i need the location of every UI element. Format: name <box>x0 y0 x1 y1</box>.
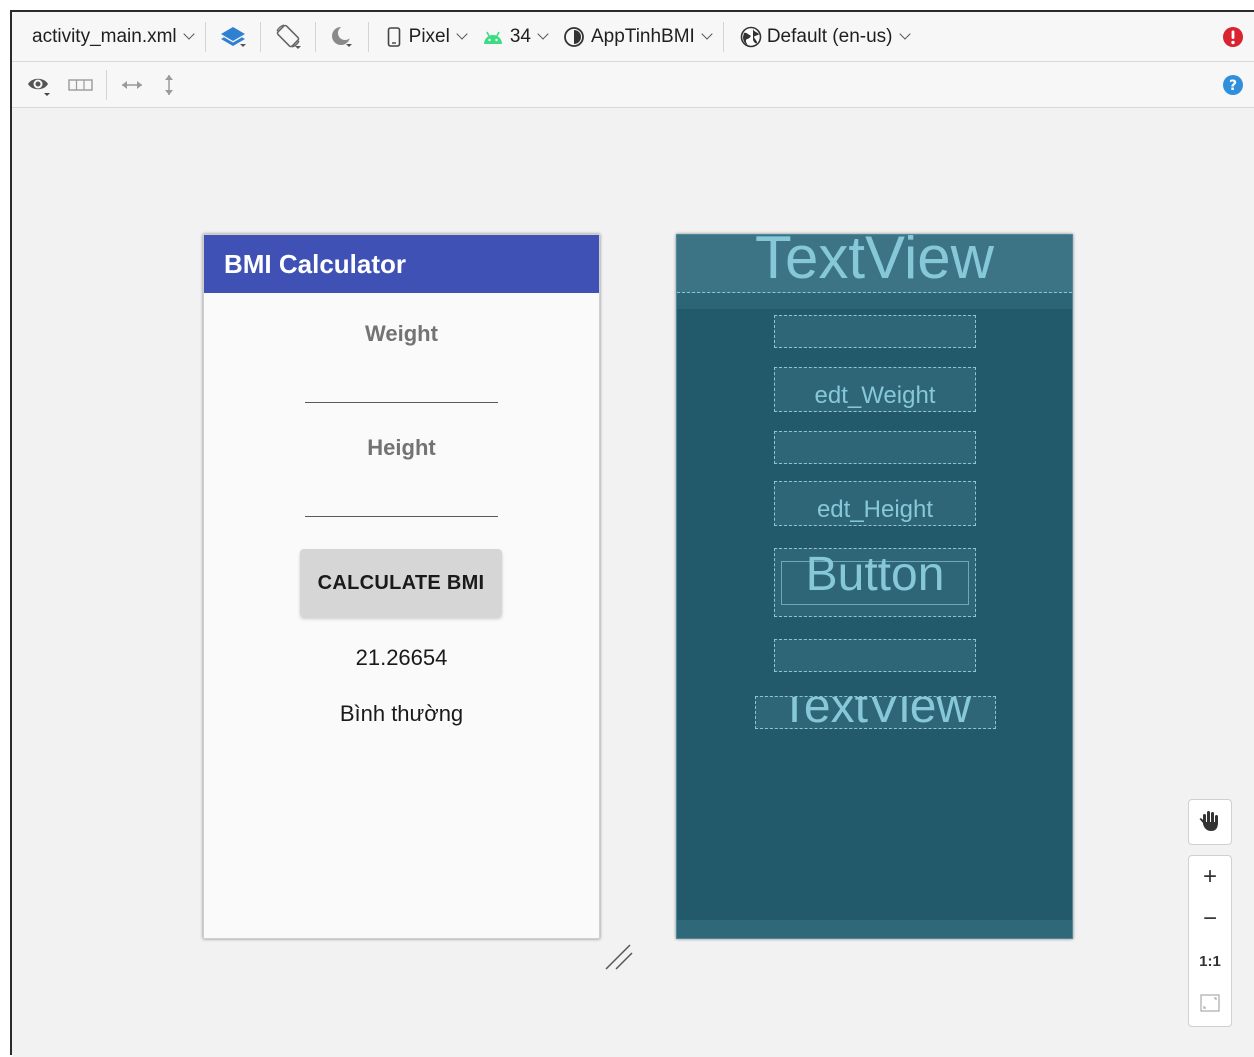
horizontal-resize-icon <box>122 80 142 89</box>
api-level: 34 <box>509 25 531 47</box>
chevron-down-icon <box>182 27 195 40</box>
globe-icon <box>740 26 762 47</box>
night-mode-button[interactable] <box>320 12 364 61</box>
blueprint-weight-label[interactable] <box>774 315 976 348</box>
blueprint-nav-strip <box>677 920 1072 938</box>
blueprint-preview[interactable]: TextView edt_Weight edt_Height Button Te… <box>676 234 1073 939</box>
blueprint-weight-input[interactable]: edt_Weight <box>774 367 976 412</box>
blueprint-result-textview: TextView <box>779 696 972 729</box>
night-mode-icon <box>331 25 352 47</box>
blueprint-status-strip <box>677 293 1072 309</box>
chevron-down-icon <box>701 27 713 40</box>
blueprint-button[interactable]: Button <box>774 548 976 617</box>
help-icon: ? <box>1223 74 1243 95</box>
blueprint-weight-id: edt_Weight <box>814 382 936 409</box>
vertical-resize-icon <box>165 74 173 95</box>
api-level-selector[interactable]: 34 <box>474 12 555 61</box>
blueprint-height-input[interactable]: edt_Height <box>774 481 976 526</box>
vertical-resize-button[interactable] <box>153 62 185 107</box>
design-preview[interactable]: BMI Calculator Weight Height CALCULATE B… <box>203 234 600 939</box>
locale-selector[interactable]: Default (en-us) <box>728 12 917 61</box>
app-title: BMI Calculator <box>224 248 407 279</box>
zoom-controls: + − 1:1 <box>1188 855 1232 1027</box>
orientation-button[interactable] <box>265 12 311 61</box>
layers-icon <box>220 26 246 47</box>
layout-grid-button[interactable] <box>60 62 102 107</box>
theme-name: AppTinhBMI <box>590 25 695 47</box>
toolbar-divider <box>722 21 724 52</box>
device-selector[interactable]: Pixel <box>373 12 474 61</box>
device-name: Pixel <box>408 25 450 47</box>
height-input[interactable] <box>305 516 498 517</box>
eye-icon <box>28 78 50 96</box>
zoom-to-fit-button[interactable] <box>1189 982 1231 1024</box>
blueprint-app-bar: TextView <box>677 235 1072 293</box>
bmi-status[interactable]: Bình thường <box>204 701 599 727</box>
blueprint-title-textview[interactable]: TextView <box>677 235 1072 292</box>
blueprint-button-label: Button <box>805 548 945 601</box>
pan-control <box>1188 799 1232 845</box>
design-canvas[interactable]: BMI Calculator Weight Height CALCULATE B… <box>12 109 1254 1057</box>
bmi-value[interactable]: 21.26654 <box>204 645 599 671</box>
blueprint-bmi-value[interactable] <box>774 639 976 672</box>
horizontal-resize-button[interactable] <box>111 62 153 107</box>
error-indicator[interactable] <box>1214 12 1254 61</box>
blueprint-height-id: edt_Height <box>816 496 934 523</box>
pan-button[interactable] <box>1189 800 1231 842</box>
zoom-to-fit-icon <box>1200 994 1220 1012</box>
locale-name: Default (en-us) <box>766 25 893 47</box>
view-options-toolbar: ? <box>12 62 1254 108</box>
zoom-out-button[interactable]: − <box>1189 898 1231 940</box>
layout-editor: activity_main.xml Pixel 34 AppTinhBMI De… <box>10 10 1254 1057</box>
chevron-down-icon <box>898 27 911 40</box>
chevron-down-icon <box>456 27 468 40</box>
hand-icon <box>1199 811 1218 831</box>
layout-grid-icon <box>68 78 93 91</box>
file-selector[interactable]: activity_main.xml <box>12 12 201 61</box>
toolbar-divider <box>106 69 107 100</box>
calculate-bmi-button[interactable]: CALCULATE BMI <box>300 549 502 617</box>
chevron-down-icon <box>537 27 549 40</box>
toolbar-divider <box>314 21 316 52</box>
view-options-button[interactable] <box>12 62 60 107</box>
height-label[interactable]: Height <box>204 435 599 461</box>
file-name: activity_main.xml <box>32 25 177 47</box>
resize-handle-icon[interactable] <box>604 941 634 971</box>
error-icon <box>1223 26 1243 47</box>
toolbar-divider <box>204 21 206 52</box>
toolbar-divider <box>259 21 261 52</box>
zoom-in-button[interactable]: + <box>1189 856 1231 898</box>
layers-button[interactable] <box>210 12 256 61</box>
help-button[interactable]: ? <box>1214 62 1254 107</box>
design-toolbar: activity_main.xml Pixel 34 AppTinhBMI De… <box>12 12 1254 62</box>
weight-input[interactable] <box>305 402 498 403</box>
weight-label[interactable]: Weight <box>204 321 599 347</box>
toolbar-divider <box>367 21 369 52</box>
actual-size-button[interactable]: 1:1 <box>1189 940 1231 982</box>
rotate-icon <box>276 23 301 49</box>
blueprint-height-label[interactable] <box>774 431 976 464</box>
theme-selector[interactable]: AppTinhBMI <box>555 12 719 61</box>
android-icon <box>483 31 502 44</box>
svg-text:?: ? <box>1229 78 1237 94</box>
blueprint-bmi-status[interactable]: TextView <box>755 696 996 729</box>
app-bar: BMI Calculator <box>204 235 599 293</box>
phone-icon <box>387 26 400 47</box>
theme-icon <box>564 26 584 47</box>
